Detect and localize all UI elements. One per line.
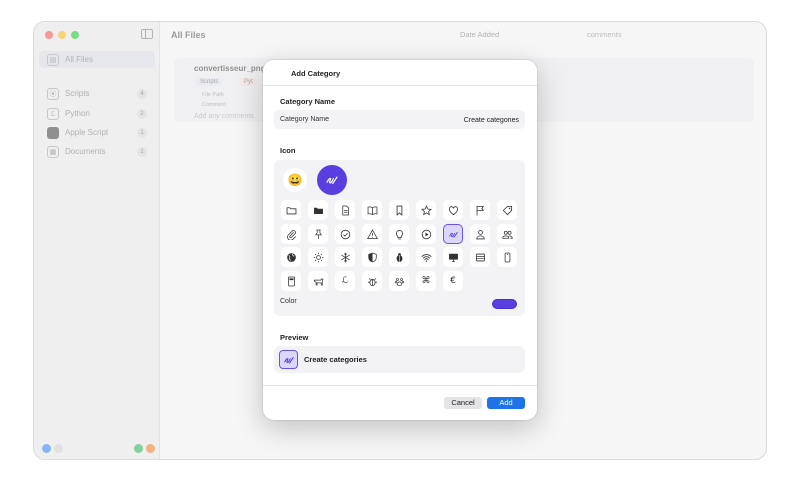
- category-preview: Create categories: [274, 346, 525, 373]
- bug-icon[interactable]: [362, 271, 382, 291]
- sun-icon[interactable]: [308, 247, 328, 267]
- dialog-header: Add Category: [263, 60, 537, 86]
- folder-icon[interactable]: [281, 200, 301, 220]
- lightbulb-icon[interactable]: [389, 224, 409, 244]
- shield-icon[interactable]: [362, 247, 382, 267]
- ladybug-icon[interactable]: [389, 247, 409, 267]
- preview-section-label: Preview: [280, 333, 309, 342]
- emoji-glyph: 😀: [287, 173, 303, 187]
- dialog-title: Add Category: [291, 69, 341, 78]
- category-name-input[interactable]: [389, 114, 519, 126]
- add-category-dialog: Add Category Category Name Category Name…: [263, 60, 537, 420]
- command-glyph: ⌘: [421, 275, 431, 286]
- wifi-icon[interactable]: [416, 247, 436, 267]
- paw-icon[interactable]: [389, 271, 409, 291]
- person-icon[interactable]: [470, 224, 490, 244]
- category-name-section-label: Category Name: [280, 97, 336, 106]
- icon-section-label: Icon: [280, 146, 296, 155]
- heart-icon[interactable]: [443, 200, 463, 220]
- preview-category-name: Create categories: [304, 355, 367, 364]
- cancel-button[interactable]: Cancel: [444, 397, 482, 409]
- server-icon[interactable]: [470, 247, 490, 267]
- play-circle-icon[interactable]: [416, 224, 436, 244]
- python-glyph: ℒ: [341, 275, 349, 286]
- selected-icon-preview[interactable]: [317, 165, 347, 195]
- star-icon[interactable]: [416, 200, 436, 220]
- python-icon[interactable]: ℒ: [335, 271, 355, 291]
- dialog-footer: Cancel Add: [263, 385, 537, 420]
- emoji-option-button[interactable]: 😀: [283, 168, 307, 192]
- phone-icon[interactable]: [497, 247, 517, 267]
- icon-picker: 😀 ℒ ⌘ € Color: [274, 160, 525, 316]
- document-icon[interactable]: [335, 200, 355, 220]
- calculator-icon[interactable]: [281, 271, 301, 291]
- euro-glyph: €: [450, 275, 456, 286]
- bookmark-icon[interactable]: [389, 200, 409, 220]
- add-button[interactable]: Add: [487, 397, 525, 409]
- paperclip-icon[interactable]: [281, 224, 301, 244]
- command-icon[interactable]: ⌘: [416, 271, 436, 291]
- tag-icon[interactable]: [497, 200, 517, 220]
- scribble-icon[interactable]: [443, 224, 463, 244]
- color-label: Color: [280, 298, 297, 305]
- dog-icon[interactable]: [308, 271, 328, 291]
- globe-icon[interactable]: [281, 247, 301, 267]
- people-icon[interactable]: [497, 224, 517, 244]
- euro-icon[interactable]: €: [443, 271, 463, 291]
- book-icon[interactable]: [362, 200, 382, 220]
- pin-icon[interactable]: [308, 224, 328, 244]
- warning-icon[interactable]: [362, 224, 382, 244]
- display-icon[interactable]: [443, 247, 463, 267]
- checkmark-circle-icon[interactable]: [335, 224, 355, 244]
- snowflake-icon[interactable]: [335, 247, 355, 267]
- flag-icon[interactable]: [470, 200, 490, 220]
- scribble-icon: [279, 350, 298, 369]
- category-name-field: Category Name: [274, 110, 525, 129]
- category-name-label: Category Name: [280, 116, 330, 123]
- scribble-icon: [326, 176, 338, 185]
- folder-fill-icon[interactable]: [308, 200, 328, 220]
- color-picker-swatch[interactable]: [492, 299, 517, 309]
